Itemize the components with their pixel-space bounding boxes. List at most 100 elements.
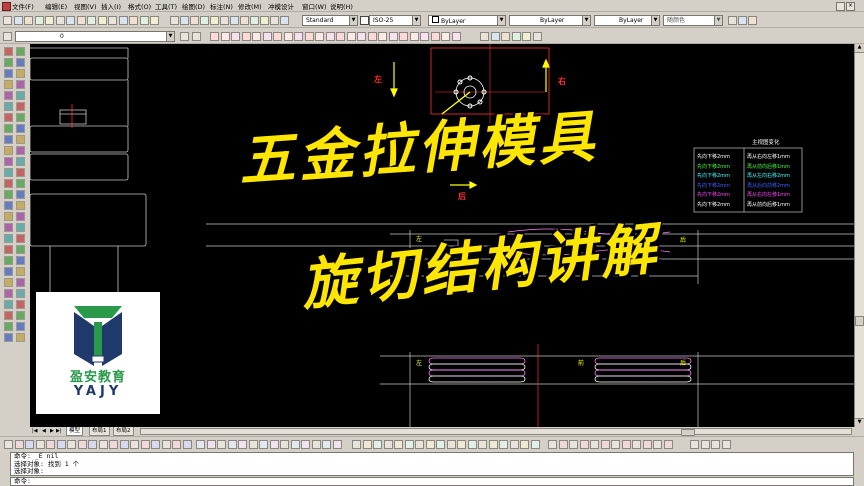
modify-tool-icon[interactable]	[252, 32, 261, 41]
toolbar-tool-icon[interactable]	[108, 16, 117, 25]
draw-tool-icon[interactable]	[16, 179, 25, 188]
misc-tool-icon[interactable]	[642, 440, 652, 449]
tab-nav-next-icon[interactable]: ▶	[50, 428, 54, 434]
toolbar-tool-icon[interactable]	[139, 16, 149, 25]
misc-tool-icon[interactable]	[600, 440, 610, 449]
window-close-button[interactable]: ×	[846, 2, 855, 11]
object-tool-icon[interactable]	[206, 440, 216, 449]
draw-tool-icon[interactable]	[4, 80, 13, 89]
misc-tool-icon[interactable]	[548, 440, 557, 449]
draw-tool-icon[interactable]	[16, 223, 25, 232]
draw-tool-icon[interactable]	[16, 333, 25, 342]
object-tool-icon[interactable]	[311, 440, 321, 449]
draw-tool-icon[interactable]	[16, 113, 25, 122]
object-tool-icon[interactable]	[248, 440, 258, 449]
object-tool-icon[interactable]	[259, 440, 268, 449]
toolbar-tool-icon[interactable]	[24, 16, 33, 25]
menu-file[interactable]: 文件(F)	[12, 1, 34, 11]
menu-view[interactable]: 视图(V)	[74, 1, 97, 11]
menu-draw[interactable]: 绘图(D)	[182, 1, 205, 11]
modify-tool-icon[interactable]	[283, 32, 293, 41]
modify-tool-icon[interactable]	[336, 32, 345, 41]
dimension-tool-icon[interactable]	[130, 440, 139, 449]
snap-tool-icon[interactable]	[362, 440, 372, 449]
tab-layout2[interactable]: 布局2	[113, 427, 134, 436]
toolbar-tool-icon[interactable]	[230, 16, 239, 25]
draw-tool-icon[interactable]	[4, 278, 13, 287]
app-icon[interactable]	[2, 2, 11, 11]
draw-tool-icon[interactable]	[16, 245, 25, 254]
tab-model[interactable]: 模型	[66, 427, 84, 436]
modify-tool-icon[interactable]	[430, 32, 440, 41]
modify-tool-icon[interactable]	[273, 32, 282, 41]
menu-dimension[interactable]: 标注(N)	[210, 1, 233, 11]
draw-tool-icon[interactable]	[16, 234, 25, 243]
scroll-thumb[interactable]	[855, 316, 864, 326]
misc-tool-icon[interactable]	[690, 440, 699, 449]
draw-tool-icon[interactable]	[4, 322, 13, 331]
draw-tool-icon[interactable]	[4, 267, 13, 276]
modify-tool-icon[interactable]	[367, 32, 377, 41]
toolbar-tool-icon[interactable]	[97, 16, 107, 25]
dimension-tool-icon[interactable]	[172, 440, 181, 449]
plot-style-select[interactable]: 随颜色 ▼	[663, 15, 723, 26]
object-tool-icon[interactable]	[280, 440, 289, 449]
modify-tool-icon[interactable]	[451, 32, 461, 41]
horizontal-scrollbar[interactable]	[140, 428, 852, 436]
misc-tool-icon[interactable]	[558, 440, 568, 449]
draw-tool-icon[interactable]	[4, 256, 13, 265]
snap-tool-icon[interactable]	[383, 440, 393, 449]
menu-edit[interactable]: 编辑(E)	[45, 1, 67, 11]
dimension-tool-icon[interactable]	[77, 440, 87, 449]
draw-tool-icon[interactable]	[4, 102, 13, 111]
layer-previous-icon[interactable]	[180, 32, 189, 41]
modify-tool-icon[interactable]	[304, 32, 314, 41]
toolbar-tool-icon[interactable]	[34, 16, 44, 25]
modify-tool-icon[interactable]	[220, 32, 230, 41]
toolbar-tool-icon[interactable]	[118, 16, 128, 25]
draw-tool-icon[interactable]	[4, 135, 13, 144]
toolbar-tool-icon[interactable]	[150, 16, 159, 25]
snap-tool-icon[interactable]	[373, 440, 382, 449]
modify-tool-icon[interactable]	[409, 32, 419, 41]
lineweight-select[interactable]: ByLayer ▼	[594, 15, 660, 26]
object-tool-icon[interactable]	[238, 440, 247, 449]
draw-tool-icon[interactable]	[16, 311, 25, 320]
dimension-tool-icon[interactable]	[182, 440, 192, 449]
toolbar-tool-icon[interactable]	[66, 16, 75, 25]
toolbar-tool-icon[interactable]	[748, 16, 757, 25]
modify-tool-icon[interactable]	[346, 32, 356, 41]
dimension-tool-icon[interactable]	[151, 440, 160, 449]
object-tool-icon[interactable]	[301, 440, 310, 449]
draw-tool-icon[interactable]	[4, 157, 13, 166]
dimension-tool-icon[interactable]	[140, 440, 150, 449]
dimension-tool-icon[interactable]	[109, 440, 118, 449]
modify-tool-icon[interactable]	[315, 32, 324, 41]
layer-match-icon[interactable]	[192, 32, 201, 41]
menu-window[interactable]: 窗口(W)	[302, 1, 327, 11]
toolbar-tool-icon[interactable]	[210, 16, 219, 25]
toolbar-tool-icon[interactable]	[170, 16, 179, 25]
draw-tool-icon[interactable]	[4, 146, 13, 155]
view-tool-icon[interactable]	[501, 32, 510, 41]
scroll-up-button[interactable]: ▲	[855, 44, 864, 53]
dimension-tool-icon[interactable]	[119, 440, 129, 449]
menu-insert[interactable]: 插入(I)	[101, 1, 121, 11]
toolbar-tool-icon[interactable]	[13, 16, 23, 25]
object-tool-icon[interactable]	[322, 440, 331, 449]
misc-tool-icon[interactable]	[711, 440, 720, 449]
modify-tool-icon[interactable]	[325, 32, 335, 41]
toolbar-tool-icon[interactable]	[260, 16, 269, 25]
dimension-tool-icon[interactable]	[88, 440, 97, 449]
draw-tool-icon[interactable]	[4, 47, 13, 56]
linetype-select[interactable]: ByLayer ▼	[509, 15, 591, 26]
toolbar-tool-icon[interactable]	[180, 16, 189, 25]
toolbar-tool-icon[interactable]	[190, 16, 199, 25]
misc-tool-icon[interactable]	[590, 440, 599, 449]
misc-tool-icon[interactable]	[663, 440, 673, 449]
toolbar-tool-icon[interactable]	[55, 16, 65, 25]
toolbar-tool-icon[interactable]	[250, 16, 259, 25]
toolbar-tool-icon[interactable]	[738, 16, 747, 25]
draw-tool-icon[interactable]	[16, 212, 25, 221]
view-tool-icon[interactable]	[511, 32, 521, 41]
